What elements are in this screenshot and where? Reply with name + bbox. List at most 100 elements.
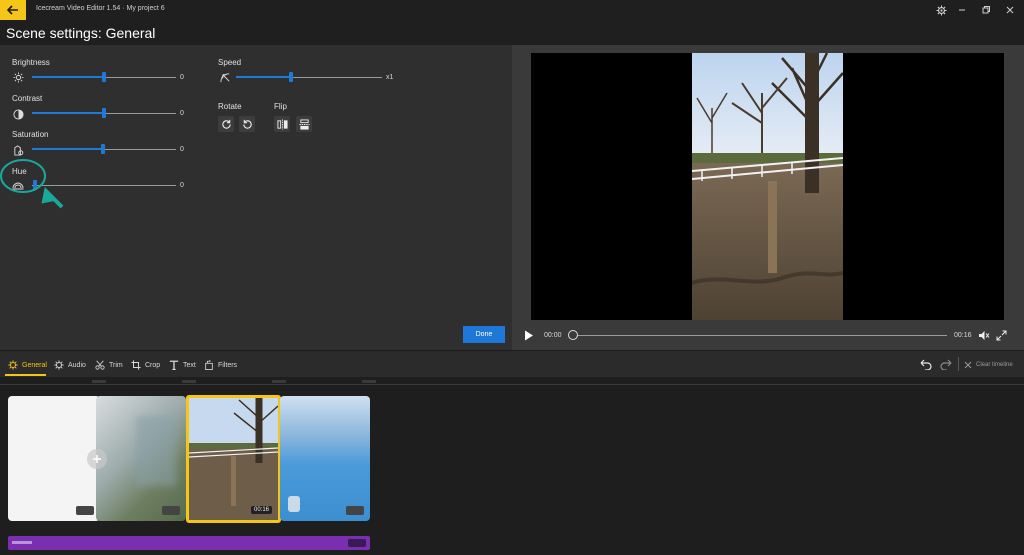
- clip-duration-badge: 00:16: [250, 506, 272, 514]
- title-bar: Icecream Video Editor 1.54 · My project …: [0, 0, 1024, 20]
- audio-gear-icon: [54, 360, 64, 370]
- seek-thumb[interactable]: [568, 330, 578, 340]
- plus-icon: [93, 455, 101, 463]
- tab-audio-label: Audio: [68, 361, 86, 369]
- tab-text-label: Text: [183, 361, 196, 369]
- add-transition-button[interactable]: [87, 449, 107, 469]
- contrast-icon: [12, 108, 24, 120]
- hue-value: 0: [180, 182, 184, 189]
- speed-label: Speed: [218, 58, 242, 67]
- flip-horizontal-button[interactable]: [274, 116, 290, 132]
- timeline-ruler: [0, 384, 1024, 385]
- restore-icon: [982, 6, 990, 14]
- brightness-label: Brightness: [12, 58, 50, 67]
- contrast-slider-fill: [32, 112, 104, 114]
- tab-audio[interactable]: Audio: [54, 357, 86, 373]
- maximize-button[interactable]: [978, 2, 994, 18]
- current-time: 00:00: [544, 332, 562, 339]
- saturation-label: Saturation: [12, 130, 49, 139]
- clip-blur-shape: [288, 496, 300, 512]
- clear-timeline-button[interactable]: Clear timeline: [964, 359, 1013, 371]
- mute-icon[interactable]: [978, 330, 990, 341]
- flip-label: Flip: [274, 102, 287, 111]
- saturation-value: 0: [180, 146, 184, 153]
- highlight-arrow-icon: [41, 186, 64, 209]
- audio-track[interactable]: [8, 536, 370, 550]
- brightness-value: 0: [180, 74, 184, 81]
- flip-vertical-button[interactable]: [296, 116, 312, 132]
- redo-icon[interactable]: [940, 359, 952, 370]
- toolbar-divider: [958, 357, 959, 371]
- done-button[interactable]: Done: [463, 326, 505, 343]
- gear-icon: [8, 360, 18, 370]
- duration-time: 00:16: [954, 332, 972, 339]
- player-controls: 00:00 00:16: [512, 325, 1024, 347]
- rotate-label: Rotate: [218, 102, 242, 111]
- park-thumbnail-image: [189, 398, 278, 520]
- flip-vertical-icon: [298, 118, 310, 130]
- scene-settings-panel: [0, 45, 512, 350]
- saturation-slider-thumb[interactable]: [101, 144, 105, 154]
- timeline-clip-4[interactable]: [280, 396, 370, 521]
- clear-timeline-label: Clear timeline: [976, 362, 1013, 368]
- seek-bar[interactable]: [573, 335, 947, 336]
- timeline-clip-3-selected[interactable]: 00:16: [186, 395, 281, 523]
- contrast-value: 0: [180, 110, 184, 117]
- window-title: Icecream Video Editor 1.54 · My project …: [36, 5, 165, 12]
- play-icon[interactable]: [524, 330, 534, 341]
- rotate-clockwise-icon: [221, 119, 231, 129]
- crop-icon: [131, 360, 141, 370]
- tab-trim-label: Trim: [109, 361, 123, 369]
- rotate-right-button[interactable]: [218, 116, 234, 132]
- settings-button[interactable]: [933, 2, 949, 18]
- speed-value: x1: [386, 74, 394, 81]
- brightness-slider-fill: [32, 76, 104, 78]
- filters-icon: [205, 360, 213, 370]
- timeline-clip-2[interactable]: [96, 396, 186, 521]
- active-tab-indicator: [5, 374, 46, 376]
- clip-duration-badge: [346, 506, 364, 515]
- tab-crop-label: Crop: [145, 361, 161, 369]
- fullscreen-icon[interactable]: [996, 330, 1007, 341]
- tab-filters[interactable]: Filters: [204, 357, 237, 373]
- contrast-label: Contrast: [12, 94, 43, 103]
- tab-crop[interactable]: Crop: [131, 357, 160, 373]
- text-icon: [169, 360, 179, 370]
- ruler-tick-mark: [92, 380, 106, 383]
- rotate-left-button[interactable]: [239, 116, 255, 132]
- brightness-icon: [12, 71, 24, 83]
- highlight-circle: [0, 159, 46, 193]
- clip-blur-shape: [136, 416, 176, 486]
- back-arrow-icon: [7, 5, 18, 15]
- tab-text[interactable]: Text: [169, 357, 196, 373]
- back-button[interactable]: [0, 0, 26, 20]
- ruler-tick-mark: [272, 380, 286, 383]
- tab-filters-label: Filters: [218, 361, 238, 369]
- scene-tabs: General Audio Trim Crop Text Filters Cle…: [0, 350, 1024, 377]
- minimize-button[interactable]: [954, 2, 970, 18]
- speed-slider-fill: [236, 76, 290, 78]
- undo-icon[interactable]: [920, 359, 932, 370]
- speed-icon: [219, 71, 231, 83]
- minimize-icon: [959, 9, 965, 11]
- clip-duration-badge: [76, 506, 94, 515]
- flip-horizontal-icon: [276, 118, 288, 130]
- audio-track-label: [12, 541, 32, 544]
- scissors-icon: [95, 360, 105, 370]
- tab-general-label: General: [22, 361, 47, 369]
- brightness-slider-thumb[interactable]: [102, 72, 106, 82]
- page-title: Scene settings: General: [6, 25, 156, 41]
- close-icon: [964, 361, 972, 369]
- saturation-slider-fill: [32, 148, 103, 150]
- ruler-tick-mark: [182, 380, 196, 383]
- tab-trim[interactable]: Trim: [95, 357, 123, 373]
- contrast-slider-thumb[interactable]: [102, 108, 106, 118]
- ruler-tick-mark: [362, 380, 376, 383]
- close-button[interactable]: [1002, 2, 1018, 18]
- speed-slider-thumb[interactable]: [289, 72, 293, 82]
- rotate-counterclockwise-icon: [242, 119, 252, 129]
- gear-icon: [935, 4, 947, 16]
- video-frame: [692, 53, 843, 320]
- clip-duration-badge: [162, 506, 180, 515]
- tab-general[interactable]: General: [8, 357, 47, 373]
